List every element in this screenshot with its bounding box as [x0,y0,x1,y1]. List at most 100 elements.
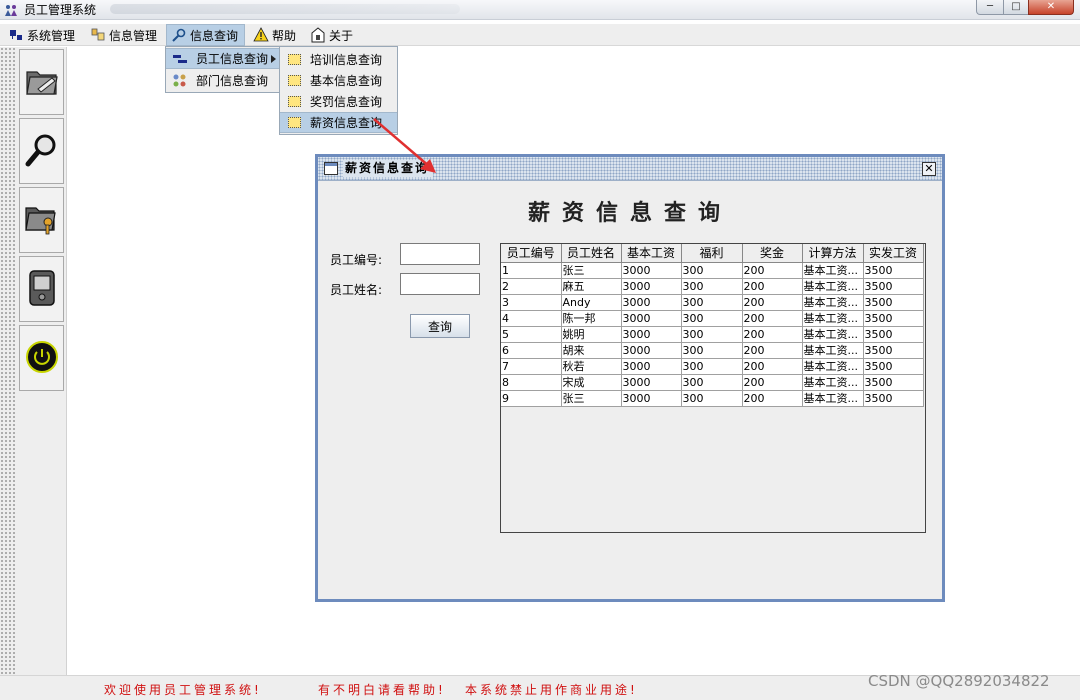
menu-info-manage[interactable]: 信息管理 [86,24,161,46]
table-row[interactable]: 7 秋若 3000 300 200 基本工资... 3500 [501,358,924,375]
menu-system-manage[interactable]: 系统管理 [4,24,79,46]
table-cell[interactable]: 3000 [621,310,682,327]
table-cell[interactable]: 300 [681,342,743,359]
toolbar-grip[interactable] [0,47,16,675]
maximize-button[interactable]: □ [1003,0,1029,15]
table-cell[interactable]: 基本工资... [802,310,864,327]
menu-item-employee-query[interactable]: 员工信息查询 [166,48,279,69]
table-row[interactable]: 9 张三 3000 300 200 基本工资... 3500 [501,390,924,407]
table-row[interactable]: 5 姚明 3000 300 200 基本工资... 3500 [501,326,924,343]
table-cell[interactable]: 姚明 [561,326,622,343]
table-cell[interactable]: 基本工资... [802,262,864,279]
table-cell[interactable]: 3500 [863,342,924,359]
table-cell[interactable]: 3000 [621,326,682,343]
table-cell[interactable]: 300 [681,310,743,327]
table-cell[interactable]: 200 [742,310,803,327]
table-cell[interactable]: 3500 [863,390,924,407]
table-cell[interactable]: 胡来 [561,342,622,359]
table-cell[interactable]: 基本工资... [802,294,864,311]
menu-item-basic-query[interactable]: 基本信息查询 [280,70,397,91]
table-cell[interactable]: 300 [681,278,743,295]
table-row[interactable]: 8 宋成 3000 300 200 基本工资... 3500 [501,374,924,391]
menu-item-training-query[interactable]: 培训信息查询 [280,49,397,70]
table-cell[interactable]: 3000 [621,278,682,295]
table-cell[interactable]: 1 [501,262,562,279]
table-row[interactable]: 2 麻五 3000 300 200 基本工资... 3500 [501,278,924,295]
table-cell[interactable]: 3 [501,294,562,311]
column-header[interactable]: 员工编号 [501,244,562,263]
table-cell[interactable]: 300 [681,374,743,391]
table-cell[interactable]: 7 [501,358,562,375]
window-title-bar[interactable]: 员工管理系统 ─ □ ✕ [0,0,1080,20]
table-cell[interactable]: 宋成 [561,374,622,391]
table-cell[interactable]: 基本工资... [802,326,864,343]
table-cell[interactable]: 300 [681,358,743,375]
table-cell[interactable]: 200 [742,390,803,407]
table-cell[interactable]: 200 [742,342,803,359]
table-cell[interactable]: 基本工资... [802,278,864,295]
table-cell[interactable]: 300 [681,294,743,311]
table-cell[interactable]: 200 [742,358,803,375]
table-cell[interactable]: 3000 [621,342,682,359]
table-cell[interactable]: 9 [501,390,562,407]
menu-about[interactable]: 关于 [306,24,357,46]
menu-item-reward-query[interactable]: 奖罚信息查询 [280,91,397,112]
table-cell[interactable]: 300 [681,326,743,343]
menu-info-query[interactable]: 信息查询 [166,24,245,46]
menu-item-department-query[interactable]: 部门信息查询 [166,70,279,91]
close-button[interactable]: ✕ [1028,0,1074,15]
column-header[interactable]: 奖金 [742,244,803,263]
table-cell[interactable]: 3000 [621,358,682,375]
table-cell[interactable]: 3500 [863,294,924,311]
minimize-button[interactable]: ─ [976,0,1004,15]
column-header[interactable]: 福利 [681,244,743,263]
menu-help[interactable]: 帮助 [249,24,300,46]
table-cell[interactable]: 8 [501,374,562,391]
table-cell[interactable]: 3500 [863,310,924,327]
toolbar-button-search[interactable] [19,118,64,184]
column-header[interactable]: 计算方法 [802,244,864,263]
table-cell[interactable]: 3000 [621,390,682,407]
table-cell[interactable]: 300 [681,262,743,279]
query-button[interactable]: 查询 [410,314,470,338]
table-cell[interactable]: 麻五 [561,278,622,295]
table-cell[interactable]: 秋若 [561,358,622,375]
toolbar-button-power[interactable] [19,325,64,391]
toolbar-button-pda[interactable] [19,256,64,322]
table-cell[interactable]: 基本工资... [802,374,864,391]
toolbar-button-folder-key[interactable] [19,187,64,253]
table-cell[interactable]: 基本工资... [802,342,864,359]
table-cell[interactable]: 2 [501,278,562,295]
table-cell[interactable]: Andy [561,294,622,311]
table-cell[interactable]: 3500 [863,262,924,279]
table-cell[interactable]: 6 [501,342,562,359]
table-row[interactable]: 1 张三 3000 300 200 基本工资... 3500 [501,262,924,279]
employee-id-input[interactable] [400,243,480,265]
table-cell[interactable]: 基本工资... [802,358,864,375]
toolbar-button-folder-edit[interactable] [19,49,64,115]
table-cell[interactable]: 3500 [863,326,924,343]
table-row[interactable]: 3 Andy 3000 300 200 基本工资... 3500 [501,294,924,311]
column-header[interactable]: 员工姓名 [561,244,622,263]
table-cell[interactable]: 3500 [863,374,924,391]
table-cell[interactable]: 3000 [621,374,682,391]
table-cell[interactable]: 200 [742,294,803,311]
table-cell[interactable]: 200 [742,326,803,343]
column-header[interactable]: 实发工资 [863,244,924,263]
table-cell[interactable]: 200 [742,278,803,295]
table-cell[interactable]: 4 [501,310,562,327]
table-cell[interactable]: 3500 [863,278,924,295]
close-icon[interactable]: ✕ [922,162,936,176]
table-cell[interactable]: 3000 [621,262,682,279]
table-cell[interactable]: 3500 [863,358,924,375]
table-row[interactable]: 6 胡来 3000 300 200 基本工资... 3500 [501,342,924,359]
table-cell[interactable]: 张三 [561,390,622,407]
column-header[interactable]: 基本工资 [621,244,682,263]
table-cell[interactable]: 基本工资... [802,390,864,407]
employee-name-input[interactable] [400,273,480,295]
table-cell[interactable]: 张三 [561,262,622,279]
table-cell[interactable]: 200 [742,374,803,391]
table-cell[interactable]: 200 [742,262,803,279]
table-cell[interactable]: 3000 [621,294,682,311]
table-cell[interactable]: 陈一邦 [561,310,622,327]
